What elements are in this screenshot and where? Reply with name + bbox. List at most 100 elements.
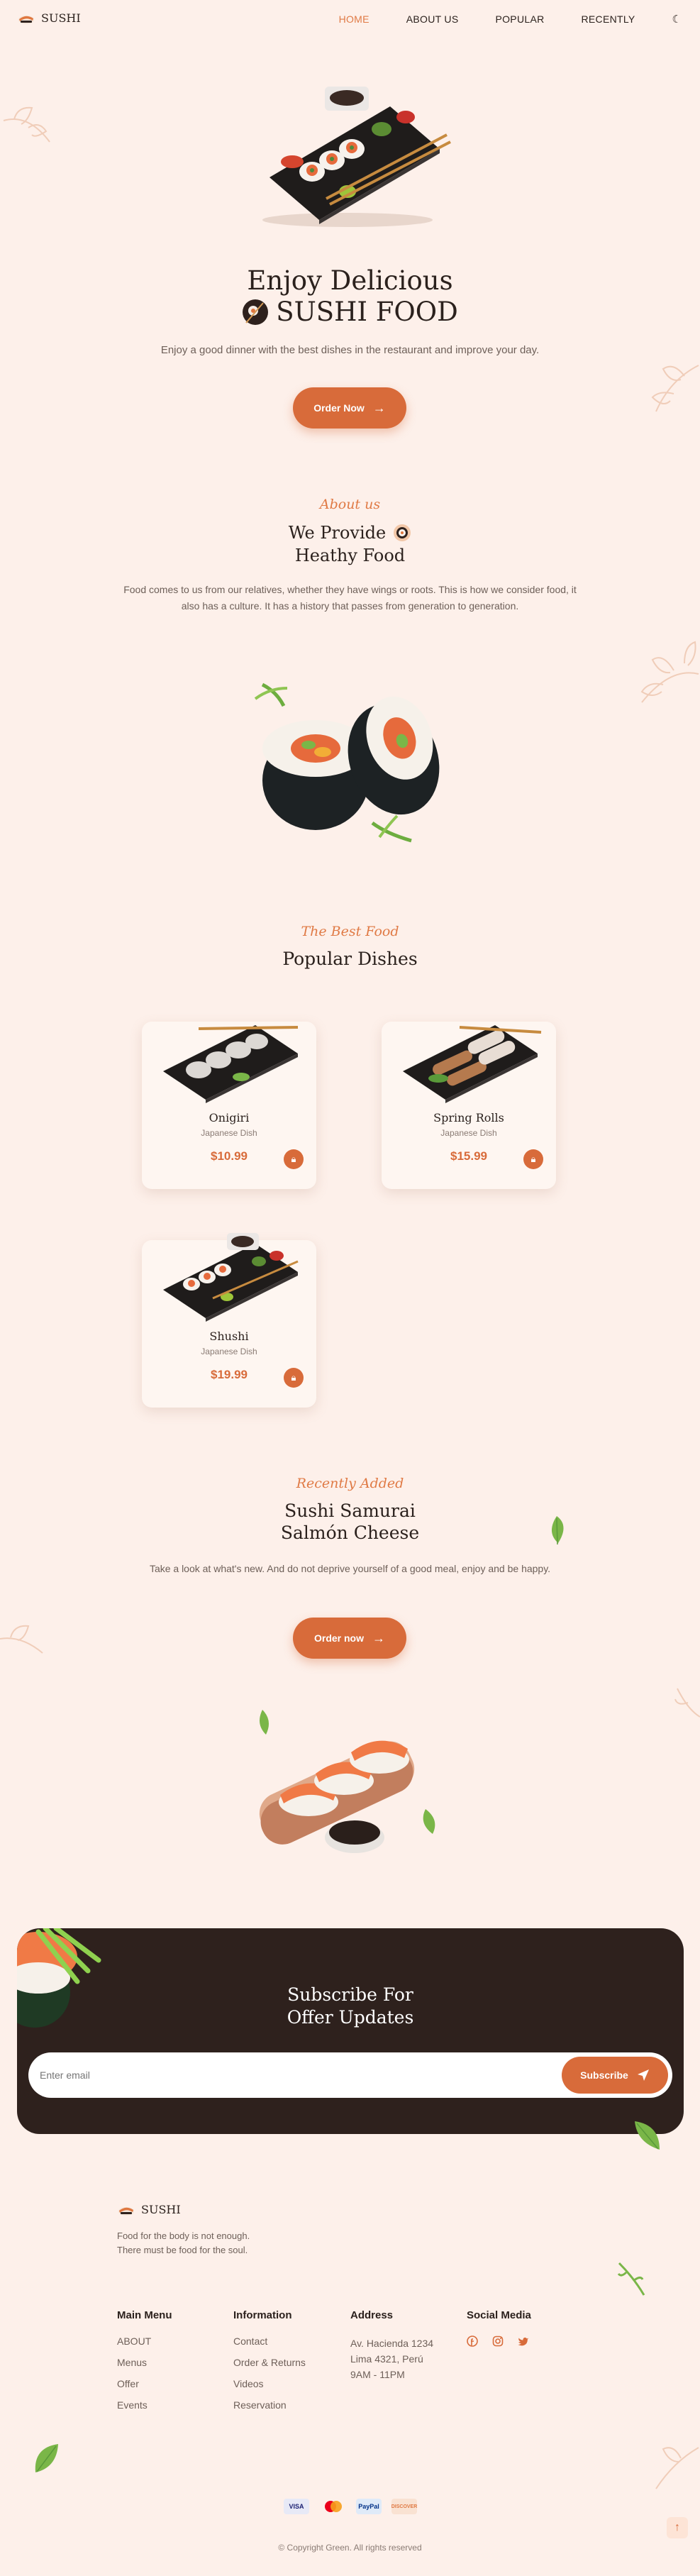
hero-title-line1: Enjoy Delicious <box>247 265 453 296</box>
about-kicker: About us <box>319 497 381 512</box>
site-header: SUSHI HOME ABOUT US POPULAR RECENTLY ☾ <box>0 0 700 40</box>
recent-title: Sushi Samurai Salmón Cheese <box>0 1500 700 1544</box>
order-now-recent-label: Order now <box>313 1632 364 1644</box>
footer-link-contact[interactable]: Contact <box>233 2335 306 2347</box>
recent-title-line2: Salmón Cheese <box>280 1522 420 1543</box>
newsletter-title: Subscribe For Offer Updates <box>17 1984 684 2029</box>
chopsticks-sushi-icon <box>243 299 269 325</box>
green-leaf-decoration-icon <box>635 2121 660 2150</box>
nav-home[interactable]: HOME <box>339 13 370 25</box>
discover-payment-icon: DISCOVER <box>391 2499 417 2514</box>
footer-link-about[interactable]: ABOUT <box>117 2335 172 2347</box>
popular-kicker: The Best Food <box>301 924 399 939</box>
leaf-outline-decoration-icon <box>3 106 50 143</box>
onigiri-dish-image <box>163 1025 299 1103</box>
footer-address: Address Av. Hacienda 1234 Lima 4321, Per… <box>350 2309 433 2382</box>
recent-title-line1: Sushi Samurai <box>284 1500 416 1521</box>
leaf-outline-decoration-icon <box>640 641 699 703</box>
leaf-outline-decoration-icon <box>674 1688 700 1718</box>
footer-col-title: Address <box>350 2309 394 2321</box>
leaf-outline-decoration-icon <box>0 1625 43 1654</box>
dish-card-spring-rolls[interactable]: Spring Rolls Japanese Dish $15.99 🔒︎ <box>382 1022 556 1189</box>
arrow-right-icon: → <box>372 1630 385 1645</box>
email-input[interactable] <box>40 2058 522 2092</box>
nav-about[interactable]: ABOUT US <box>406 13 459 25</box>
dish-card-shushi[interactable]: Shushi Japanese Dish $19.99 🔒︎ <box>142 1233 316 1408</box>
dish-name: Onigiri <box>209 1111 250 1124</box>
mastercard-payment-icon: mastercard <box>321 2499 346 2514</box>
add-to-cart-bag-icon[interactable]: 🔒︎ <box>284 1368 304 1388</box>
nav-recently[interactable]: RECENTLY <box>582 13 635 25</box>
about-description: Food comes to us from our relatives, whe… <box>123 584 577 612</box>
spring-rolls-dish-image <box>403 1025 542 1103</box>
nav-popular[interactable]: POPULAR <box>495 13 544 25</box>
sushi-logo-icon <box>118 2206 134 2216</box>
recent-description: Take a look at what's new. And do not de… <box>149 1563 551 1574</box>
footer-col-title: Information <box>233 2309 292 2321</box>
send-plane-icon <box>637 2069 649 2081</box>
sushi-rolls-image <box>254 682 440 843</box>
footer-link-offer[interactable]: Offer <box>117 2378 172 2389</box>
brand-name: SUSHI <box>41 11 81 25</box>
order-now-recent-button[interactable]: Order now → <box>293 1618 406 1659</box>
recent-kicker: Recently Added <box>296 1476 404 1491</box>
popular-title: Popular Dishes <box>282 949 418 969</box>
about-title-line1-wrap: We Provide <box>0 521 700 544</box>
salmon-sushi-board-image <box>259 1710 435 1853</box>
subscribe-button[interactable]: Subscribe <box>562 2057 668 2094</box>
footer-brand-name: SUSHI <box>141 2203 181 2216</box>
dish-name: Spring Rolls <box>433 1111 504 1124</box>
footer-social: Social Media <box>467 2309 531 2347</box>
dish-name: Shushi <box>209 1330 249 1343</box>
hero-title-line2: SUSHI FOOD <box>276 297 458 327</box>
newsletter-form: Subscribe <box>28 2052 672 2098</box>
newsletter-title-line1: Subscribe For <box>287 1984 413 2005</box>
footer-link-videos[interactable]: Videos <box>233 2378 306 2389</box>
sushi-logo-icon <box>18 15 34 24</box>
address-text: Av. Hacienda 1234 Lima 4321, Perú 9AM - … <box>350 2335 433 2382</box>
footer-link-menus[interactable]: Menus <box>117 2357 172 2368</box>
brand-logo[interactable]: SUSHI <box>17 11 81 25</box>
subscribe-label: Subscribe <box>580 2069 628 2081</box>
footer-link-events[interactable]: Events <box>117 2399 172 2411</box>
address-line: Av. Hacienda 1234 <box>350 2338 434 2349</box>
footer-col-title: Social Media <box>467 2309 531 2321</box>
footer-link-order-returns[interactable]: Order & Returns <box>233 2357 306 2368</box>
green-herb-decoration-icon <box>617 2262 645 2296</box>
dish-card-onigiri[interactable]: Onigiri Japanese Dish $10.99 🔒︎ <box>142 1022 316 1189</box>
dish-type: Japanese Dish <box>440 1128 497 1138</box>
sushi-roll-icon <box>394 524 411 541</box>
social-icons <box>467 2335 531 2347</box>
copyright: © Copyright Green. All rights reserved <box>278 2543 422 2553</box>
scroll-to-top-arrow-up-icon[interactable]: ↑ <box>667 2517 688 2538</box>
address-line: Lima 4321, Perú <box>350 2353 423 2365</box>
hero-title-line2-wrap: SUSHI FOOD <box>0 297 700 328</box>
green-leaf-decoration-icon <box>35 2444 58 2472</box>
footer-information: Information Contact Order & Returns Vide… <box>233 2309 306 2421</box>
hero-description: Enjoy a good dinner with the best dishes… <box>160 344 540 356</box>
twitter-icon[interactable] <box>518 2335 529 2347</box>
address-hours: 9AM - 11PM <box>350 2369 405 2380</box>
add-to-cart-bag-icon[interactable]: 🔒︎ <box>523 1149 543 1169</box>
facebook-icon[interactable] <box>467 2335 478 2347</box>
newsletter-section: Subscribe For Offer Updates Subscribe <box>17 1928 684 2134</box>
footer-link-reservation[interactable]: Reservation <box>233 2399 306 2411</box>
newsletter-title-line2: Offer Updates <box>287 2007 414 2028</box>
about-title-line1: We Provide <box>288 523 387 543</box>
paypal-payment-icon: PayPal <box>356 2499 382 2514</box>
footer-tagline: Food for the body is not enough. There m… <box>117 2230 250 2256</box>
instagram-icon[interactable] <box>492 2335 504 2347</box>
about-title: We Provide Heathy Food <box>0 521 700 567</box>
leaf-outline-decoration-icon <box>655 2447 699 2489</box>
order-now-label: Order Now <box>313 402 365 414</box>
main-nav: HOME ABOUT US POPULAR RECENTLY ☾ <box>339 13 682 26</box>
shushi-dish-image <box>163 1233 299 1322</box>
order-now-button[interactable]: Order Now → <box>293 387 406 429</box>
green-leaf-decoration-icon <box>551 1516 564 1545</box>
footer-brand-logo[interactable]: SUSHI <box>117 2203 181 2216</box>
add-to-cart-bag-icon[interactable]: 🔒︎ <box>284 1149 304 1169</box>
theme-toggle-moon-icon[interactable]: ☾ <box>672 13 682 26</box>
visa-payment-icon: VISA <box>284 2499 309 2514</box>
about-title-line2: Heathy Food <box>294 546 406 565</box>
hero-title: Enjoy Delicious SUSHI FOOD <box>0 265 700 328</box>
